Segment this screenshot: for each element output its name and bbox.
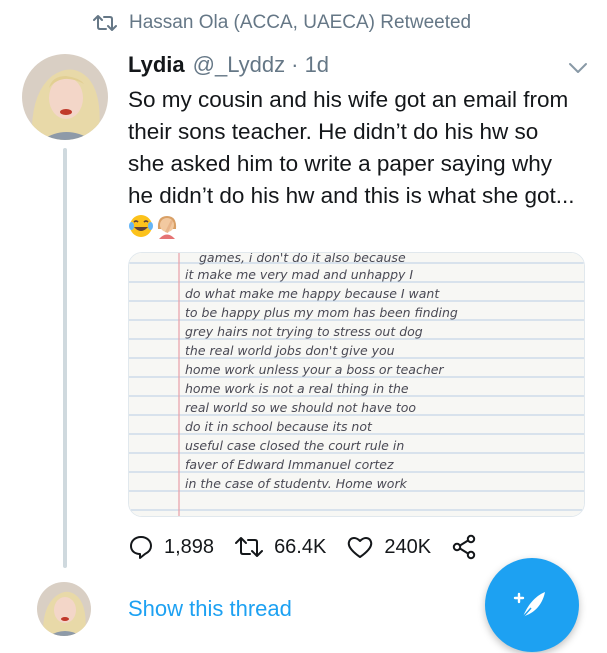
- tweet-text: So my cousin and his wife got an email f…: [128, 84, 578, 248]
- share-icon: [452, 534, 476, 560]
- share-button[interactable]: [451, 534, 487, 560]
- like-count: 240K: [384, 535, 432, 558]
- tweet-body: So my cousin and his wife got an email f…: [128, 87, 575, 208]
- retweet-icon: [235, 537, 264, 557]
- note-handwritten-line: useful case closed the court rule in: [185, 438, 404, 453]
- reply-icon: [130, 536, 152, 559]
- note-handwritten-line: to be happy plus my mom has been finding: [185, 305, 458, 320]
- tweet-time[interactable]: · 1d: [291, 52, 329, 78]
- author-name[interactable]: Lydia: [128, 52, 185, 78]
- compose-tweet-button[interactable]: [485, 558, 579, 652]
- facepalm-emoji-icon: [154, 213, 180, 248]
- tweet-media-image[interactable]: games, i don't do it also because it make…: [128, 252, 585, 517]
- retweet-context[interactable]: Hassan Ola (ACCA, UAECA) Retweeted: [93, 12, 471, 34]
- like-button[interactable]: 240K: [346, 534, 431, 560]
- note-handwritten-line: grey hairs not trying to stress out dog: [185, 324, 423, 339]
- note-handwritten-line: do what make me happy because I want: [185, 286, 440, 301]
- heart-icon: [348, 537, 373, 558]
- tweet-header: Lydia @_Lyddz · 1d: [128, 52, 329, 78]
- retweet-button[interactable]: 66.4K: [234, 534, 326, 560]
- note-handwritten-line: do it in school because its not: [185, 419, 373, 434]
- note-handwritten-line: games, i don't do it also because: [199, 253, 406, 265]
- note-handwritten-line: real world so we should not have too: [185, 400, 416, 415]
- note-handwritten-line: faver of Edward Immanuel cortez: [185, 457, 394, 472]
- author-handle[interactable]: @_Lyddz: [193, 52, 285, 78]
- retweet-icon: [93, 15, 117, 31]
- tears-of-joy-emoji-icon: [128, 213, 154, 248]
- note-handwritten-line: the real world jobs don't give you: [185, 343, 395, 358]
- note-handwritten-line: in the case of studentv. Home work: [185, 476, 408, 491]
- note-handwritten-line: home work unless your a boss or teacher: [185, 362, 444, 377]
- author-avatar[interactable]: [22, 54, 108, 140]
- compose-feather-icon: [513, 592, 545, 618]
- retweet-label: Hassan Ola (ACCA, UAECA) Retweeted: [129, 12, 472, 33]
- reply-count: 1,898: [164, 535, 215, 558]
- thread-avatar[interactable]: [37, 582, 91, 636]
- show-thread-link[interactable]: Show this thread: [128, 596, 292, 622]
- chevron-down-icon[interactable]: [567, 60, 589, 76]
- note-handwritten-line: home work is not a real thing in the: [185, 381, 409, 396]
- reply-button[interactable]: 1,898: [128, 534, 214, 560]
- tweet-actions: 1,898 66.4K 240K: [128, 534, 507, 560]
- note-handwritten-line: it make me very mad and unhappy I: [185, 267, 413, 282]
- retweet-count: 66.4K: [274, 535, 327, 558]
- thread-line: [63, 148, 67, 568]
